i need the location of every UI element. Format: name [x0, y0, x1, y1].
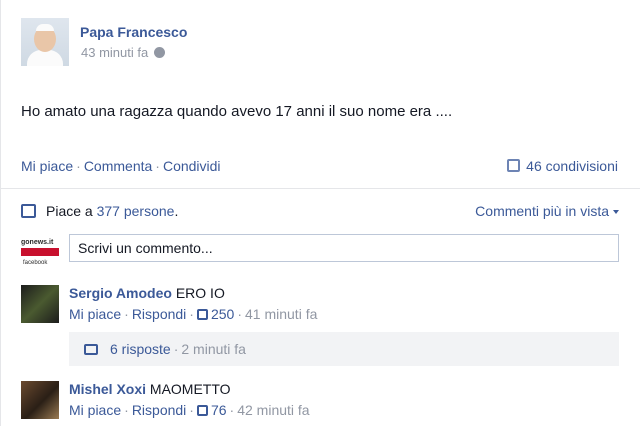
meta-separator: · — [124, 306, 129, 322]
comment-text: ERO IO — [175, 285, 225, 301]
author-avatar[interactable] — [21, 18, 69, 66]
composer-avatar-brand: gonews.it — [21, 239, 54, 246]
caret-down-icon — [613, 210, 619, 214]
comment-input[interactable]: Scrivi un commento... — [69, 234, 619, 262]
post-actions: Mi piace · Commenta · Condividi — [21, 158, 221, 174]
share-link[interactable]: Condividi — [163, 158, 221, 174]
shares-count: 46 condivisioni — [526, 158, 618, 174]
comment-meta: Mi piace · Rispondi · 76 · 42 minuti fa — [69, 402, 310, 418]
commenter-avatar[interactable] — [21, 381, 59, 419]
commenter-name[interactable]: Mishel Xoxi — [69, 381, 146, 397]
likes-suffix: . — [174, 203, 179, 219]
likes-summary: Piace a 377 persone. — [21, 203, 178, 219]
comment-likes-count[interactable]: 250 — [211, 306, 234, 322]
comment-reply-link[interactable]: Rispondi — [132, 402, 186, 418]
replies-row[interactable]: 6 risposte · 2 minuti fa — [69, 332, 619, 366]
comment-like-link[interactable]: Mi piace — [69, 402, 121, 418]
replies-time: 2 minuti fa — [181, 341, 246, 357]
share-icon — [507, 159, 521, 172]
composer-avatar-banner — [21, 248, 59, 256]
comment-like-link[interactable]: Mi piace — [69, 306, 121, 322]
avatar-robe — [27, 50, 63, 66]
commenter-name[interactable]: Sergio Amodeo — [69, 285, 172, 301]
post-message: Ho amato una ragazza quando avevo 17 ann… — [21, 103, 453, 120]
likes-count-link[interactable]: 377 persone — [97, 203, 175, 219]
composer-avatar: gonews.it facebook — [21, 237, 59, 269]
avatar-cap — [36, 24, 54, 31]
comment-likes-count[interactable]: 76 — [211, 402, 227, 418]
comment-reply-link[interactable]: Rispondi — [132, 306, 186, 322]
comment-link[interactable]: Commenta — [84, 158, 152, 174]
shares-count-link[interactable]: 46 condivisioni — [507, 158, 618, 174]
comment-body: Mishel Xoxi MAOMETTO — [69, 381, 231, 397]
action-separator: · — [76, 158, 81, 174]
meta-separator: · — [124, 402, 129, 418]
commenter-avatar[interactable] — [21, 285, 59, 323]
thumbs-up-icon — [21, 204, 36, 218]
sort-label: Commenti più in vista — [475, 203, 609, 219]
meta-separator: · — [189, 306, 194, 322]
comment-body: Sergio Amodeo ERO IO — [69, 285, 225, 301]
comment-time[interactable]: 42 minuti fa — [237, 402, 309, 418]
post-time-text[interactable]: 43 minuti fa — [81, 45, 148, 60]
comment-text: MAOMETTO — [149, 381, 231, 397]
meta-separator: · — [229, 402, 235, 418]
likes-prefix: Piace a — [46, 203, 93, 219]
replies-count[interactable]: 6 risposte — [110, 341, 171, 357]
like-link[interactable]: Mi piace — [21, 158, 73, 174]
author-name[interactable]: Papa Francesco — [80, 24, 187, 40]
comment-time[interactable]: 41 minuti fa — [245, 306, 317, 322]
action-separator: · — [155, 158, 160, 174]
reply-bubble-icon — [84, 344, 98, 355]
meta-separator: · — [237, 306, 242, 322]
thumbs-up-icon — [196, 309, 208, 320]
comments-section: Piace a 377 persone. Commenti più in vis… — [1, 188, 640, 426]
facebook-post: Papa Francesco 43 minuti fa Ho amato una… — [0, 0, 640, 426]
thumbs-up-icon — [196, 405, 208, 416]
meta-separator: · — [189, 402, 194, 418]
meta-separator: · — [173, 341, 179, 357]
comment-meta: Mi piace · Rispondi · 250 · 41 minuti fa — [69, 306, 317, 322]
globe-icon[interactable] — [154, 47, 166, 58]
post-timestamp[interactable]: 43 minuti fa — [81, 45, 166, 60]
comment-sort-dropdown[interactable]: Commenti più in vista — [475, 203, 619, 219]
composer-avatar-sub: facebook — [23, 260, 48, 266]
